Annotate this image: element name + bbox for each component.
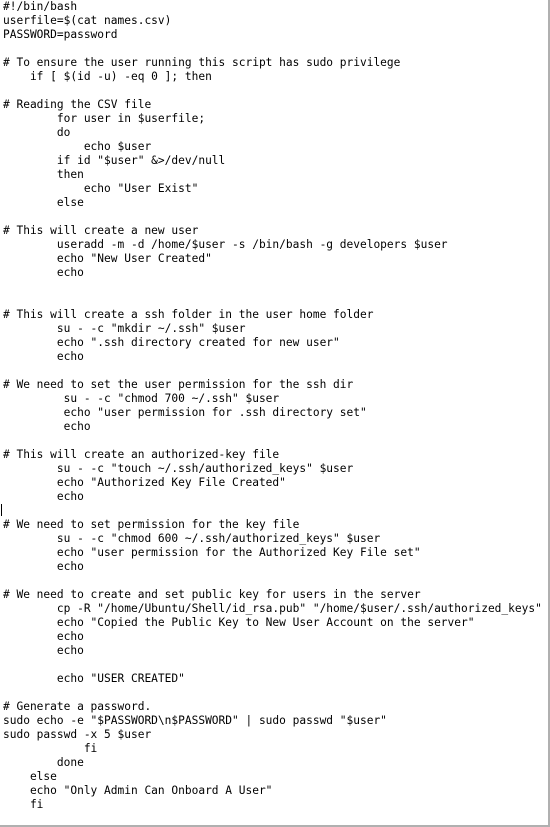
code-content[interactable]: #!/bin/bash userfile=$(cat names.csv) PASS… [3, 0, 550, 812]
code-line: # This will create a ssh folder in the u… [3, 308, 374, 321]
code-line: echo [3, 630, 84, 643]
code-line: do [3, 126, 71, 139]
code-line: cp -R "/home/Ubuntu/Shell/id_rsa.pub" "/… [3, 602, 550, 615]
code-line: else [3, 196, 84, 209]
code-line: echo [3, 644, 84, 657]
code-line: # This will create a new user [3, 224, 199, 237]
code-line: echo [3, 560, 84, 573]
code-line: if [ $(id -u) -eq 0 ]; then [3, 70, 212, 83]
code-line: echo [3, 490, 84, 503]
code-line: echo $user [3, 140, 152, 153]
code-line: echo "USER CREATED" [3, 672, 185, 685]
code-line: done [3, 756, 84, 769]
code-editor[interactable]: #!/bin/bash userfile=$(cat names.csv) PASS… [0, 0, 550, 827]
code-line: # This will create an authorized-key fil… [3, 448, 280, 461]
text-caret [1, 504, 2, 516]
code-line: echo [3, 266, 84, 279]
code-line: useradd -m -d /home/$user -s /bin/bash -… [3, 238, 448, 251]
code-line: echo "New User Created" [3, 252, 212, 265]
code-line: su - -c "mkdir ~/.ssh" $user [3, 322, 246, 335]
code-line: # Reading the CSV file [3, 98, 152, 111]
code-line: echo ".ssh directory created for new use… [3, 336, 340, 349]
code-line: sudo passwd -x 5 $user [3, 728, 152, 741]
code-line: # To ensure the user running this script… [3, 56, 401, 69]
code-line: echo [3, 350, 84, 363]
code-line: # We need to set permission for the key … [3, 518, 300, 531]
code-line: userfile=$(cat names.csv) [3, 14, 172, 27]
code-line: fi [3, 798, 44, 811]
code-line: su - -c "chmod 700 ~/.ssh" $user [3, 392, 280, 405]
code-line: echo "user permission for .ssh directory… [3, 406, 367, 419]
code-line: then [3, 168, 84, 181]
code-line: # We need to create and set public key f… [3, 588, 421, 601]
code-line: echo "Copied the Public Key to New User … [3, 616, 475, 629]
code-line: PASSWORD=password [3, 28, 118, 41]
code-line: #!/bin/bash [3, 0, 78, 13]
code-line: su - -c "touch ~/.ssh/authorized_keys" $… [3, 462, 354, 475]
code-line: echo "Authorized Key File Created" [3, 476, 286, 489]
code-line: echo "user permission for the Authorized… [3, 546, 421, 559]
code-line: # Generate a password. [3, 700, 152, 713]
code-line: echo "User Exist" [3, 182, 199, 195]
code-line: if id "$user" &>/dev/null [3, 154, 226, 167]
code-line: su - -c "chmod 600 ~/.ssh/authorized_key… [3, 532, 381, 545]
code-line: else [3, 770, 57, 783]
code-line: fi [3, 742, 98, 755]
code-line: sudo echo -e "$PASSWORD\n$PASSWORD" | su… [3, 714, 387, 727]
code-line: # We need to set the user permission for… [3, 378, 354, 391]
code-line: for user in $userfile; [3, 112, 206, 125]
code-line: echo "Only Admin Can Onboard A User" [3, 784, 273, 797]
code-line: echo [3, 420, 91, 433]
